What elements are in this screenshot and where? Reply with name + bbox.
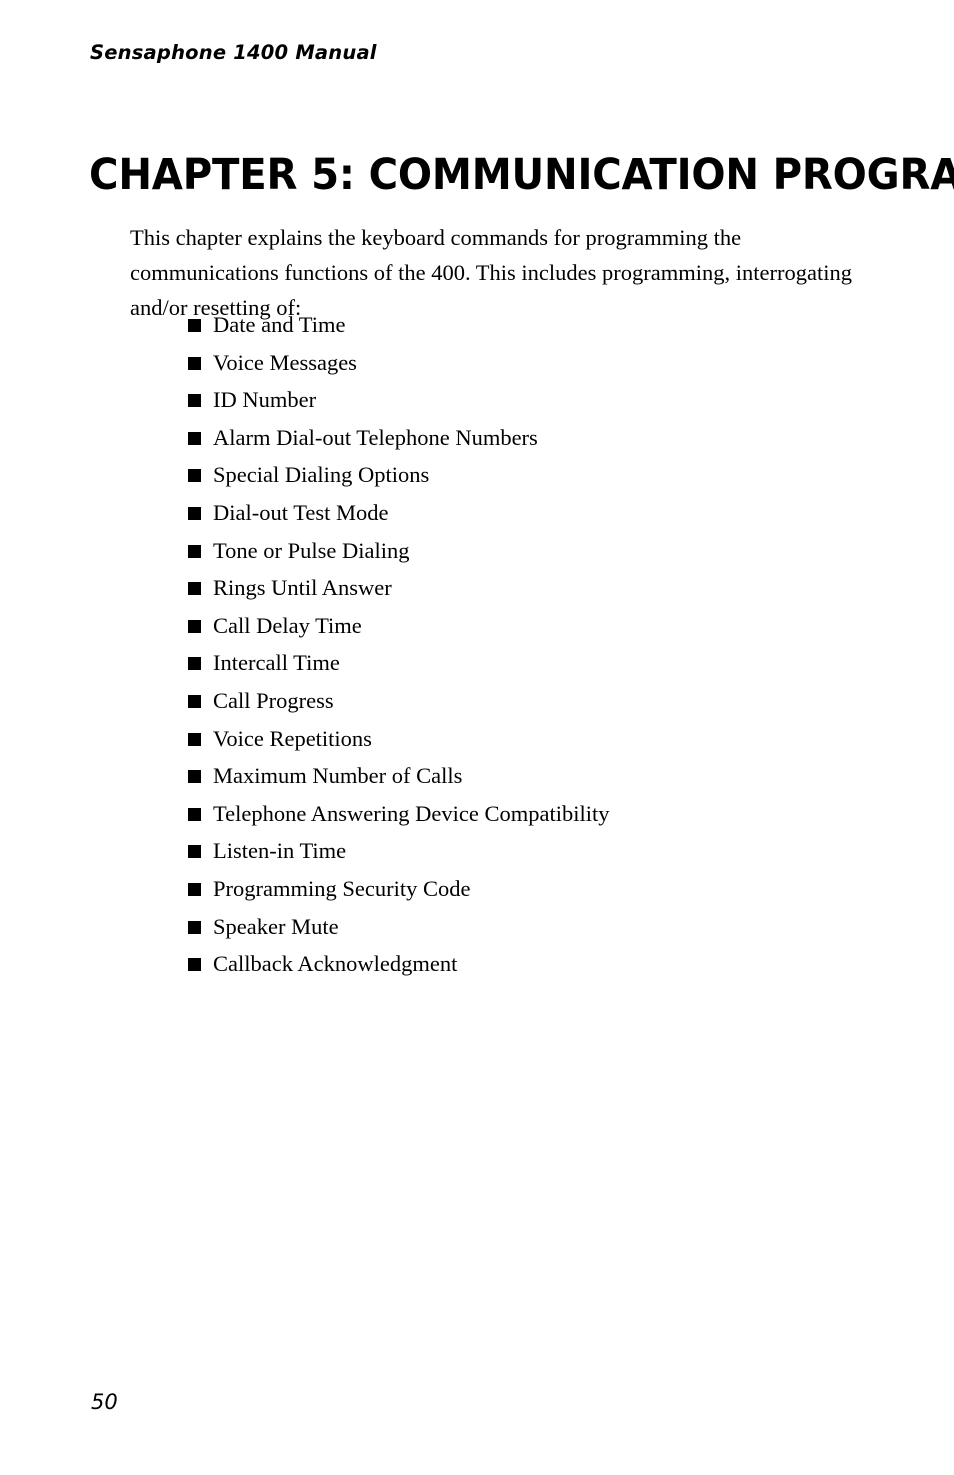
black-square-bullet-icon [188, 807, 201, 821]
black-square-bullet-icon [188, 882, 201, 896]
document-page: Sensaphone 1400 Manual CHAPTER 5: COMMUN… [0, 0, 954, 1475]
black-square-bullet-icon [188, 920, 201, 934]
list-item-label: Intercall Time [213, 650, 340, 676]
black-square-bullet-icon [188, 394, 201, 408]
list-item: Callback Acknowledgment [188, 945, 888, 983]
list-item-label: Tone or Pulse Dialing [213, 537, 410, 563]
black-square-bullet-icon [188, 582, 201, 596]
list-item: Dial-out Test Mode [188, 494, 888, 532]
list-item: Programming Security Code [188, 870, 888, 908]
list-item: Date and Time [188, 306, 888, 344]
list-item-label: Programming Security Code [213, 875, 471, 901]
list-item: Call Delay Time [188, 607, 888, 645]
list-item: Alarm Dial-out Telephone Numbers [188, 419, 888, 457]
black-square-bullet-icon [188, 958, 201, 972]
list-item-label: Date and Time [213, 312, 346, 337]
list-item-label: Maximum Number of Calls [213, 763, 463, 789]
list-item-label: Telephone Answering Device Compatibility [213, 800, 610, 826]
list-item: Telephone Answering Device Compatibility [188, 795, 888, 833]
list-item: Listen-in Time [188, 832, 888, 870]
list-item: Maximum Number of Calls [188, 757, 888, 795]
list-item: Voice Repetitions [188, 720, 888, 758]
black-square-bullet-icon [188, 319, 201, 332]
list-item: Intercall Time [188, 644, 888, 682]
list-item-label: Voice Repetitions [213, 725, 372, 751]
black-square-bullet-icon [188, 732, 201, 746]
list-item-label: Rings Until Answer [213, 575, 392, 601]
black-square-bullet-icon [188, 544, 201, 558]
black-square-bullet-icon [188, 619, 201, 633]
black-square-bullet-icon [188, 431, 201, 445]
list-item: Special Dialing Options [188, 456, 888, 494]
list-item-label: Dial-out Test Mode [213, 499, 389, 525]
list-item-label: Alarm Dial-out Telephone Numbers [213, 424, 538, 450]
page-number: 50 [91, 1390, 118, 1414]
list-item-label: Call Progress [213, 687, 334, 713]
list-item-label: Callback Acknowledgment [213, 951, 458, 977]
black-square-bullet-icon [188, 657, 201, 671]
list-item-label: Special Dialing Options [213, 462, 430, 488]
list-item-label: Speaker Mute [213, 913, 339, 939]
list-item-label: Voice Messages [213, 349, 357, 375]
list-item: Tone or Pulse Dialing [188, 532, 888, 570]
black-square-bullet-icon [188, 694, 201, 708]
black-square-bullet-icon [188, 770, 201, 784]
list-item: Call Progress [188, 682, 888, 720]
black-square-bullet-icon [188, 469, 201, 483]
list-item: Voice Messages [188, 344, 888, 382]
list-item-label: Call Delay Time [213, 612, 362, 638]
black-square-bullet-icon [188, 506, 201, 520]
black-square-bullet-icon [188, 356, 201, 370]
list-item: ID Number [188, 381, 888, 419]
list-item-label: ID Number [213, 387, 317, 413]
list-item: Speaker Mute [188, 908, 888, 946]
feature-list: Date and Time Voice Messages ID Number Alar… [188, 306, 888, 983]
list-item-label: Listen-in Time [213, 838, 347, 864]
list-item: Rings Until Answer [188, 569, 888, 607]
black-square-bullet-icon [188, 845, 201, 859]
chapter-title: CHAPTER 5: COMMUNICATION PROGRAMMING [89, 149, 954, 200]
running-header: Sensaphone 1400 Manual [90, 41, 377, 64]
